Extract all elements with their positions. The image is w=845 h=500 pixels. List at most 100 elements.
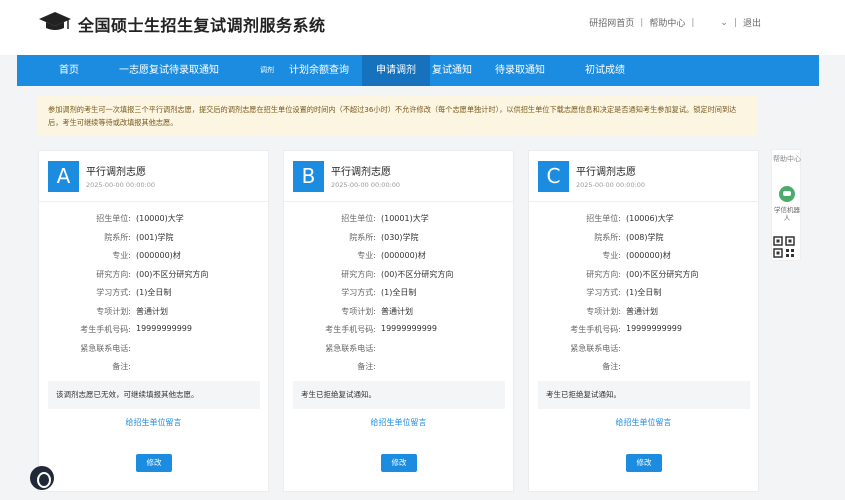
study-mode-value: (1)全日制 bbox=[136, 288, 172, 297]
field-label: 专业: bbox=[357, 251, 376, 260]
unit-value: (10000)大学 bbox=[136, 214, 184, 223]
field-label: 院系所: bbox=[594, 232, 621, 242]
direction-value: (00)不区分研究方向 bbox=[136, 269, 209, 279]
unit-value: (10001)大学 bbox=[381, 214, 429, 223]
nav-apply-adjust[interactable]: 申请调剂 bbox=[362, 55, 430, 86]
qr-code-icon[interactable] bbox=[772, 235, 796, 259]
field-label: 学习方式: bbox=[341, 288, 376, 297]
nav-adjust-tag[interactable]: 调剂 bbox=[260, 55, 274, 86]
field-label: 紧急联系电话: bbox=[570, 343, 621, 353]
field-label: 专项计划: bbox=[341, 306, 376, 316]
detail-row: 招生单位: (10000)大学 bbox=[39, 209, 268, 228]
edit-button[interactable]: 修改 bbox=[626, 454, 662, 472]
top-links: 研招网首页 | 帮助中心 | ⌄ | 退出 bbox=[589, 16, 761, 30]
robot-label[interactable]: 学信机器人 bbox=[772, 206, 802, 222]
study-mode-value: (1)全日制 bbox=[381, 288, 417, 297]
edit-button[interactable]: 修改 bbox=[136, 454, 172, 472]
card-details: 招生单位: (10006)大学 院系所: (008)学院 专业: (000000)材 … bbox=[529, 209, 758, 376]
detail-row: 招生单位: (10001)大学 bbox=[284, 209, 513, 228]
help-link[interactable]: 帮助中心 bbox=[649, 16, 685, 29]
floating-assistant-button[interactable] bbox=[30, 466, 54, 490]
site-title[interactable]: 全国硕士生招生复试调剂服务系统 bbox=[78, 12, 326, 36]
choice-letter-badge: A bbox=[48, 161, 79, 192]
detail-row: 备注: bbox=[39, 357, 268, 376]
detail-row: 专项计划: 普通计划 bbox=[284, 302, 513, 321]
nav-home[interactable]: 首页 bbox=[59, 55, 79, 86]
card-date: 2025-00-00 00:00:00 bbox=[576, 181, 646, 189]
edit-button[interactable]: 修改 bbox=[381, 454, 417, 472]
status-message: 该调剂志愿已无效，可继续填报其他志愿。 bbox=[48, 381, 260, 409]
department-value: (008)学院 bbox=[626, 232, 664, 242]
detail-row: 学习方式: (1)全日制 bbox=[529, 283, 758, 302]
detail-row: 专业: (000000)材 bbox=[529, 246, 758, 265]
detail-row: 专业: (000000)材 bbox=[39, 246, 268, 265]
field-label: 考生手机号码: bbox=[80, 325, 131, 334]
field-label: 院系所: bbox=[104, 232, 131, 242]
adjust-choice-card-c: C 平行调剂志愿 2025-00-00 00:00:00 招生单位: (10006… bbox=[528, 150, 759, 492]
detail-row: 研究方向: (00)不区分研究方向 bbox=[284, 265, 513, 284]
message-unit-link[interactable]: 给招生单位留言 bbox=[529, 417, 758, 428]
field-label: 考生手机号码: bbox=[325, 325, 376, 334]
field-label: 紧急联系电话: bbox=[80, 343, 131, 353]
field-label: 学习方式: bbox=[586, 288, 621, 297]
status-message: 考生已拒绝复试通知。 bbox=[293, 381, 505, 409]
field-label: 专业: bbox=[112, 251, 131, 260]
logout-link[interactable]: 退出 bbox=[743, 16, 761, 29]
separator: | bbox=[733, 17, 737, 28]
message-unit-link[interactable]: 给招生单位留言 bbox=[284, 417, 513, 428]
field-label: 备注: bbox=[357, 362, 376, 371]
detail-row: 紧急联系电话: bbox=[529, 339, 758, 358]
chevron-down-icon[interactable]: ⌄ bbox=[720, 18, 728, 28]
field-label: 招生单位: bbox=[341, 214, 376, 223]
detail-row: 研究方向: (00)不区分研究方向 bbox=[39, 265, 268, 284]
phone-value: 19999999999 bbox=[381, 324, 437, 333]
graduation-cap-icon bbox=[39, 12, 71, 30]
detail-row: 学习方式: (1)全日制 bbox=[284, 283, 513, 302]
detail-row: 备注: bbox=[284, 357, 513, 376]
detail-row: 院系所: (008)学院 bbox=[529, 228, 758, 247]
card-details: 招生单位: (10001)大学 院系所: (030)学院 专业: (000000)材 … bbox=[284, 209, 513, 376]
unit-value: (10006)大学 bbox=[626, 214, 674, 223]
major-value: (000000)材 bbox=[626, 251, 671, 260]
nav-initial-scores[interactable]: 初试成绩 bbox=[585, 55, 625, 86]
detail-row: 专项计划: 普通计划 bbox=[529, 302, 758, 321]
header: 全国硕士生招生复试调剂服务系统 研招网首页 | 帮助中心 | ⌄ | 退出 bbox=[0, 0, 845, 55]
field-label: 紧急联系电话: bbox=[325, 343, 376, 353]
plan-value: 普通计划 bbox=[381, 306, 413, 316]
field-label: 研究方向: bbox=[586, 269, 621, 279]
field-label: 院系所: bbox=[349, 232, 376, 242]
robot-icon[interactable] bbox=[779, 186, 795, 202]
detail-row: 紧急联系电话: bbox=[284, 339, 513, 358]
field-label: 招生单位: bbox=[96, 214, 131, 223]
adjust-choice-card-a: A 平行调剂志愿 2025-00-00 00:00:00 招生单位: (10000… bbox=[38, 150, 269, 492]
adjust-choice-card-b: B 平行调剂志愿 2025-00-00 00:00:00 招生单位: (10001… bbox=[283, 150, 514, 492]
detail-row: 专项计划: 普通计划 bbox=[39, 302, 268, 321]
study-mode-value: (1)全日制 bbox=[626, 288, 662, 297]
direction-value: (00)不区分研究方向 bbox=[381, 269, 454, 279]
detail-row: 备注: bbox=[529, 357, 758, 376]
detail-row: 紧急联系电话: bbox=[39, 339, 268, 358]
status-message: 考生已拒绝复试通知。 bbox=[538, 381, 750, 409]
field-label: 专项计划: bbox=[96, 306, 131, 316]
nav-plan-balance[interactable]: 计划余额查询 bbox=[289, 55, 349, 86]
nav-first-choice-notice[interactable]: 一志愿复试待录取通知 bbox=[119, 55, 219, 86]
divider bbox=[284, 201, 513, 202]
divider bbox=[39, 201, 268, 202]
card-title: 平行调剂志愿 bbox=[576, 167, 636, 178]
card-title: 平行调剂志愿 bbox=[86, 167, 146, 178]
field-label: 备注: bbox=[112, 362, 131, 371]
main-nav: 首页 一志愿复试待录取通知 调剂 计划余额查询 申请调剂 复试通知 待录取通知 … bbox=[17, 55, 819, 86]
field-label: 专项计划: bbox=[586, 306, 621, 316]
divider bbox=[529, 201, 758, 202]
department-value: (030)学院 bbox=[381, 232, 419, 242]
nav-pending-admission[interactable]: 待录取通知 bbox=[495, 55, 545, 86]
field-label: 考生手机号码: bbox=[570, 325, 621, 334]
message-unit-link[interactable]: 给招生单位留言 bbox=[39, 417, 268, 428]
home-link[interactable]: 研招网首页 bbox=[589, 16, 634, 29]
help-center-button[interactable]: 帮助中心 bbox=[772, 154, 802, 164]
plan-value: 普通计划 bbox=[136, 306, 168, 316]
nav-retest-notice[interactable]: 复试通知 bbox=[432, 55, 472, 86]
phone-value: 19999999999 bbox=[136, 324, 192, 333]
separator: | bbox=[691, 17, 695, 28]
card-date: 2025-00-00 00:00:00 bbox=[331, 181, 401, 189]
